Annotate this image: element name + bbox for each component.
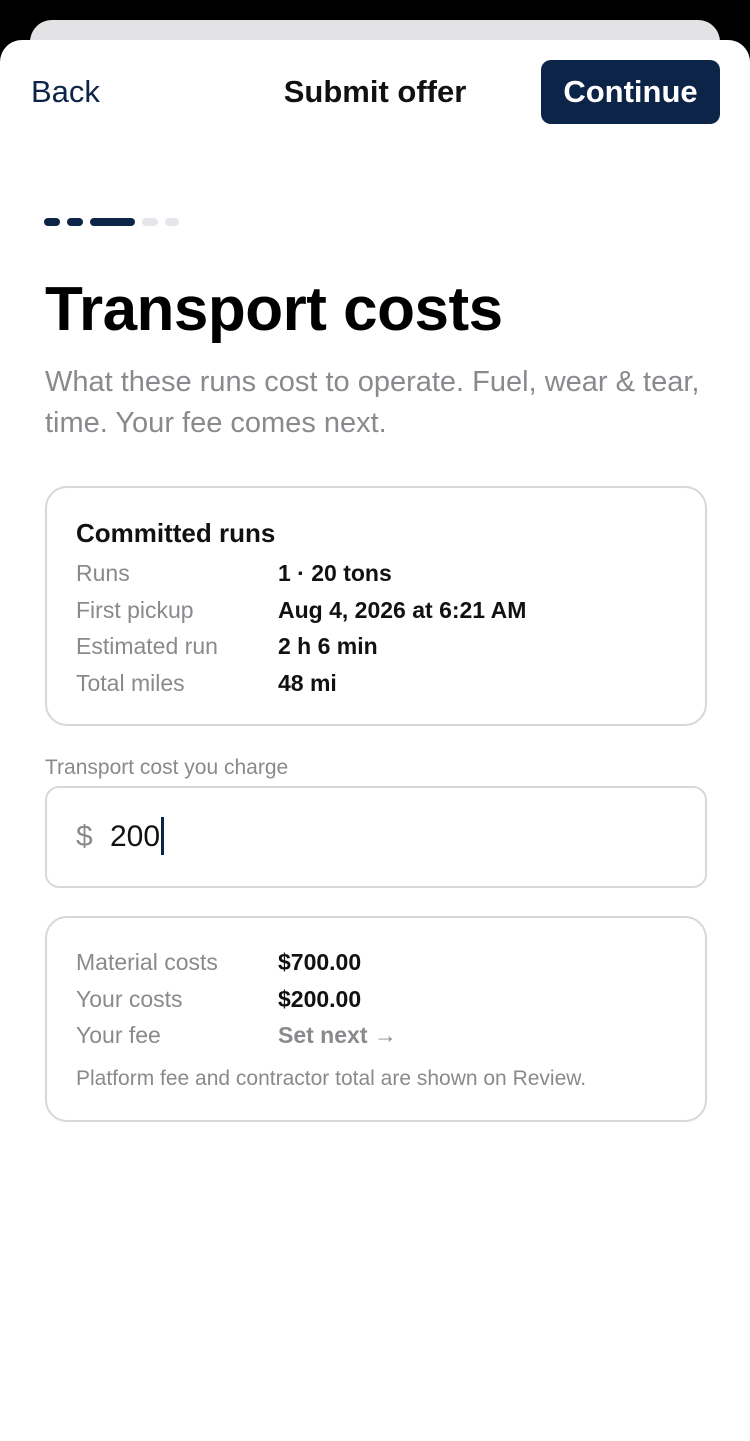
transport-cost-input[interactable]: $ 200 — [45, 786, 707, 888]
transport-cost-label: Transport cost you charge — [45, 756, 289, 779]
first-pickup-value: Aug 4, 2026 at 6:21 AM — [278, 597, 527, 623]
estimated-run-value: 2 h 6 min — [278, 633, 378, 659]
progress-step-1 — [44, 218, 60, 226]
progress-step-3 — [90, 218, 135, 226]
progress-step-5 — [165, 218, 179, 226]
estimated-run-label: Estimated run — [76, 633, 218, 659]
total-miles-label: Total miles — [76, 670, 185, 696]
material-costs-row: Material costs $700.00 — [76, 946, 676, 978]
your-costs-value: $200.00 — [278, 986, 362, 1012]
page-subtitle: What these runs cost to operate. Fuel, w… — [45, 366, 700, 439]
your-fee-label: Your fee — [76, 1022, 161, 1048]
first-pickup-row: First pickup Aug 4, 2026 at 6:21 AM — [76, 594, 676, 626]
screen: Back Submit offer Continue Transport cos… — [0, 0, 750, 1441]
material-costs-label: Material costs — [76, 949, 218, 975]
transport-cost-value[interactable]: 200 — [110, 817, 165, 856]
runs-value: 1 · 20 tons — [278, 560, 392, 586]
total-miles-row: Total miles 48 mi — [76, 667, 676, 699]
total-miles-value: 48 mi — [278, 670, 337, 696]
summary-footnote: Platform fee and contractor total are sh… — [76, 1067, 587, 1090]
cost-summary-card: Material costs $700.00 Your costs $200.0… — [45, 916, 707, 1122]
material-costs-value: $700.00 — [278, 949, 362, 975]
continue-button[interactable]: Continue — [541, 60, 720, 124]
your-costs-row: Your costs $200.00 — [76, 983, 676, 1015]
progress-step-2 — [67, 218, 83, 226]
runs-label: Runs — [76, 560, 130, 586]
progress-step-4 — [142, 218, 158, 226]
estimated-run-row: Estimated run 2 h 6 min — [76, 630, 676, 662]
your-fee-row: Your fee Set next → — [76, 1019, 676, 1051]
committed-runs-card: Committed runs Runs 1 · 20 tons First pi… — [45, 486, 707, 726]
transport-cost-value-text: 200 — [110, 820, 161, 853]
page-title: Transport costs — [45, 275, 503, 344]
modal-sheet — [0, 40, 750, 1441]
runs-row: Runs 1 · 20 tons — [76, 557, 676, 589]
your-costs-label: Your costs — [76, 986, 183, 1012]
first-pickup-label: First pickup — [76, 597, 194, 623]
committed-runs-title: Committed runs — [76, 518, 276, 548]
text-cursor — [161, 817, 165, 856]
currency-symbol: $ — [76, 820, 93, 853]
your-fee-value: Set next → — [278, 1022, 397, 1048]
